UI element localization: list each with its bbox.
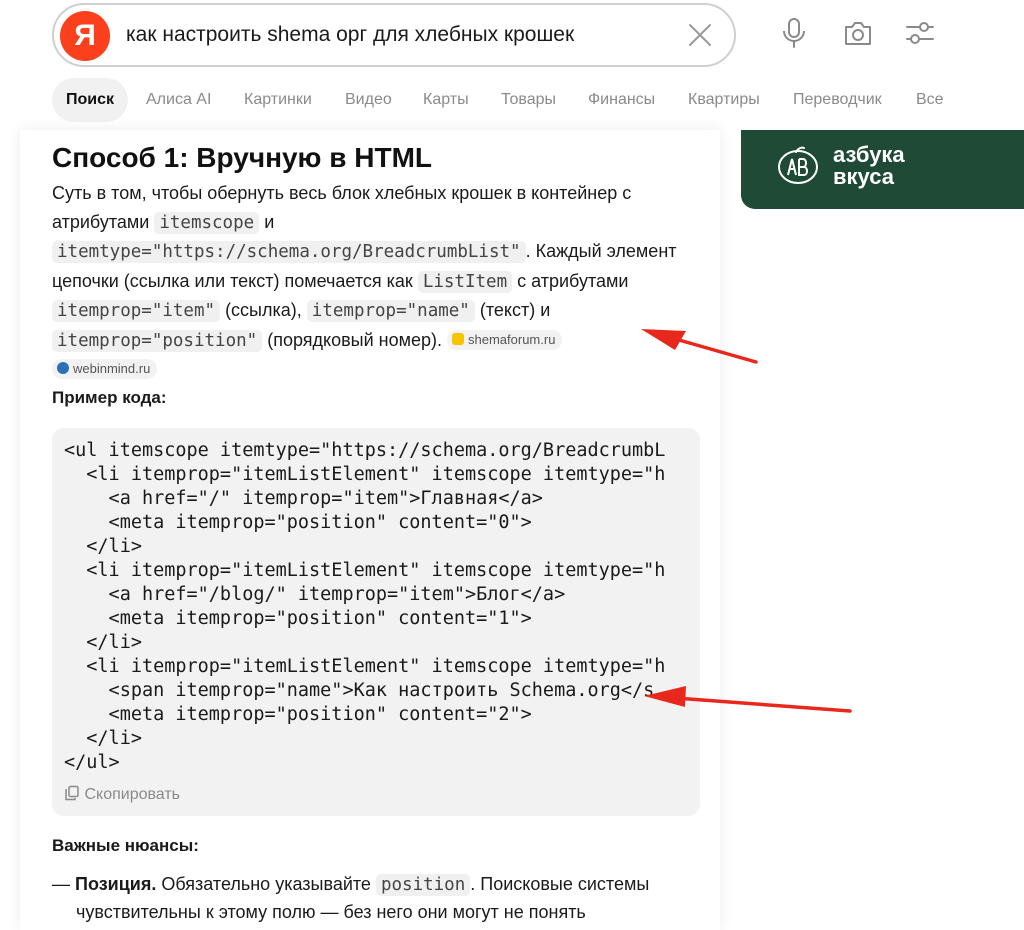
source-label: webinmind.ru [73, 361, 151, 376]
azbuka-vkusa-logo-icon [778, 146, 818, 184]
text: чувствительны к этому полю — без него он… [76, 902, 586, 922]
bullet-title: Позиция. [75, 874, 157, 894]
tab-finance[interactable]: Финансы [588, 78, 655, 122]
code-line: </ul> [64, 752, 120, 773]
tab-products[interactable]: Товары [501, 78, 556, 122]
code-line: </li> [64, 536, 142, 557]
nuance-item-continuation: чувствительны к этому полю — без него он… [52, 898, 726, 926]
source-link-webinmind[interactable]: webinmind.ru [52, 359, 158, 379]
copy-icon [65, 785, 79, 801]
tab-all[interactable]: Все [916, 78, 944, 122]
method-description: Суть в том, чтобы обернуть весь блок хле… [52, 179, 702, 384]
tab-alice-ai[interactable]: Алиса AI [146, 78, 211, 122]
inline-code: itemprop="item" [52, 300, 221, 322]
text: . Поисковые системы [470, 874, 650, 894]
yandex-logo[interactable]: Я [60, 11, 110, 61]
code-line: <li itemprop="itemListElement" itemscope… [64, 560, 666, 581]
code-line: <span itemprop="name">Как настроить Sche… [64, 680, 655, 701]
tab-maps[interactable]: Карты [423, 78, 469, 122]
code-line: </li> [64, 728, 142, 749]
code-line: <a href="/blog/" itemprop="item">Блог</a… [64, 584, 566, 605]
filter-settings-icon[interactable] [904, 16, 936, 50]
nuance-item: — Позиция. Обязательно указывайте positi… [52, 870, 702, 899]
code-line: <meta itemprop="position" content="2"> [64, 704, 532, 725]
copy-label: Скопировать [84, 786, 181, 803]
tab-video[interactable]: Видео [345, 78, 392, 122]
webinmind-favicon [57, 362, 69, 374]
ad-line: азбука [833, 142, 905, 167]
source-label: shemaforum.ru [468, 331, 556, 347]
code-line: <li itemprop="itemListElement" itemscope… [64, 656, 666, 677]
camera-icon[interactable] [842, 16, 874, 50]
microphone-icon[interactable] [778, 16, 810, 50]
tab-search[interactable]: Поиск [52, 78, 129, 122]
code-line: <meta itemprop="position" content="1"> [64, 608, 532, 629]
inline-code: position [375, 874, 471, 896]
text: (текст) и [479, 300, 551, 320]
code-line: </li> [64, 632, 142, 653]
inline-code: itemtype="https://schema.org/BreadcrumbL… [52, 241, 526, 263]
inline-code: itemscope [154, 211, 260, 234]
method-title: Способ 1: Вручную в HTML [52, 142, 432, 173]
text: (порядковый номер). [267, 329, 442, 350]
tab-apartments[interactable]: Квартиры [688, 78, 760, 122]
tab-translator[interactable]: Переводчик [793, 78, 882, 122]
text: и [264, 211, 275, 232]
close-icon[interactable] [686, 21, 714, 49]
ad-line: вкуса [833, 164, 894, 189]
copy-button[interactable]: Скопировать [64, 785, 180, 804]
source-link-shemaforum[interactable]: shemaforum.ru [447, 329, 563, 350]
code-example-heading: Пример кода: [52, 388, 167, 407]
code-line: <meta itemprop="position" content="0"> [64, 512, 532, 533]
text: (ссылка), [225, 300, 302, 320]
code-line: <ul itemscope itemtype="https://schema.o… [64, 440, 666, 461]
text: с атрибутами [517, 270, 629, 291]
bullet-dash: — [52, 874, 70, 894]
code-line: <li itemprop="itemListElement" itemscope… [64, 464, 666, 485]
text: Обязательно указывайте [161, 874, 371, 894]
nuances-heading: Важные нюансы: [52, 836, 199, 855]
search-bar: Я [52, 3, 736, 67]
search-input[interactable] [126, 5, 666, 65]
inline-code: itemprop="name" [306, 300, 475, 322]
inline-code: ListItem [417, 270, 513, 293]
ad-brand-name: азбука вкуса [833, 144, 905, 188]
code-line: <a href="/" itemprop="item">Главная</a> [64, 488, 543, 509]
code-block: <ul itemscope itemtype="https://schema.o… [52, 428, 700, 816]
text: Суть в том, чтобы обернуть весь блок хле… [52, 183, 632, 232]
tab-images[interactable]: Картинки [244, 78, 312, 122]
ad-banner-azbuka-vkusa[interactable]: азбука вкуса [741, 130, 1024, 209]
inline-code: itemprop="position" [52, 329, 263, 352]
shemaforum-favicon [452, 332, 465, 345]
